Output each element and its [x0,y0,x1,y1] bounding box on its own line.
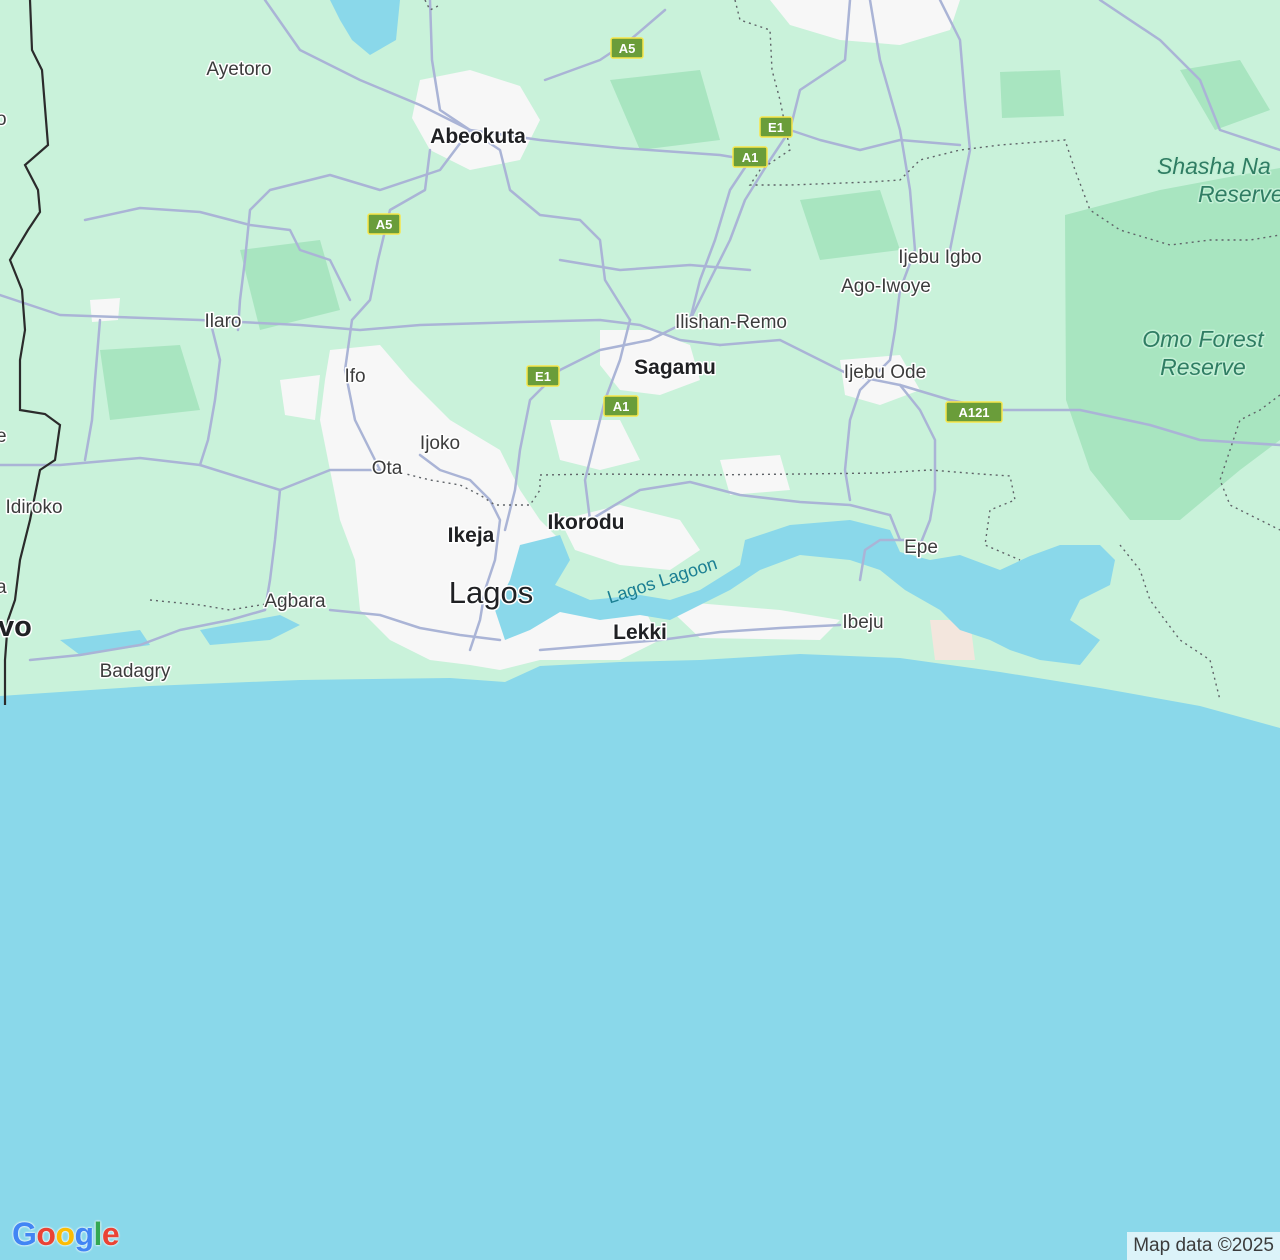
svg-text:E1: E1 [535,369,551,384]
logo-letter: e [101,1216,120,1252]
label-omo-forest-line2[interactable]: Reserve [1159,353,1248,382]
label-ayetoro[interactable]: Ayetoro [205,58,273,82]
label-edge-e: e [0,426,7,447]
label-shasha-reserve-line2[interactable]: Reserve [1197,180,1280,209]
label-ifo[interactable]: Ifo [343,365,367,389]
label-sagamu[interactable]: Sagamu [633,355,718,381]
label-shasha-reserve-line1[interactable]: Shasha Na [1156,152,1273,181]
map-attribution[interactable]: Map data ©2025 [1127,1232,1280,1260]
google-logo[interactable]: Google [12,1216,120,1253]
label-ota[interactable]: Ota [370,457,404,481]
label-ikorodu[interactable]: Ikorodu [546,510,626,536]
label-idiroko[interactable]: Idiroko [4,496,64,520]
svg-text:E1: E1 [768,120,784,135]
svg-text:A1: A1 [613,399,630,414]
shield-e1-north: E1 [759,116,793,138]
label-ilishan-remo[interactable]: Ilishan-Remo [674,311,789,335]
label-ijoko[interactable]: Ijoko [418,432,461,456]
label-ago-iwoye[interactable]: Ago-Iwoye [840,275,933,299]
label-ibeju[interactable]: Ibeju [841,611,885,635]
label-lekki[interactable]: Lekki [612,620,669,646]
label-edge-a: a [0,577,7,598]
shield-a5-north: A5 [610,37,644,59]
logo-letter: o [55,1216,75,1252]
label-agbara[interactable]: Agbara [263,590,328,614]
logo-letter: l [93,1216,103,1252]
label-lagos[interactable]: Lagos [447,574,534,612]
logo-letter: g [74,1216,94,1252]
logo-letter: G [12,1216,37,1252]
label-edge-vo: vo [0,611,32,643]
svg-text:A1: A1 [742,150,759,165]
svg-text:A121: A121 [958,405,989,420]
label-ijebu-ode[interactable]: Ijebu Ode [842,361,927,385]
svg-text:A5: A5 [376,217,393,232]
shield-e1-south: E1 [526,365,560,387]
label-ikeja[interactable]: Ikeja [446,523,496,549]
label-badagry[interactable]: Badagry [98,660,172,684]
label-ilaro[interactable]: Ilaro [203,310,243,334]
shield-a5-west: A5 [367,213,401,235]
label-edge-o: o [0,109,7,130]
label-abeokuta[interactable]: Abeokuta [429,124,528,150]
shield-a1-north: A1 [732,146,768,168]
shield-a121: A121 [945,401,1003,423]
shield-a1-south: A1 [603,395,639,417]
label-omo-forest-line1[interactable]: Omo Forest [1141,325,1267,354]
label-epe[interactable]: Epe [903,536,940,560]
label-ijebu-igbo[interactable]: Ijebu Igbo [897,246,983,270]
svg-text:A5: A5 [619,41,636,56]
map-canvas[interactable]: Abeokuta Ayetoro Ilaro Ifo Ijoko Ota Idi… [0,0,1280,1260]
logo-letter: o [36,1216,56,1252]
